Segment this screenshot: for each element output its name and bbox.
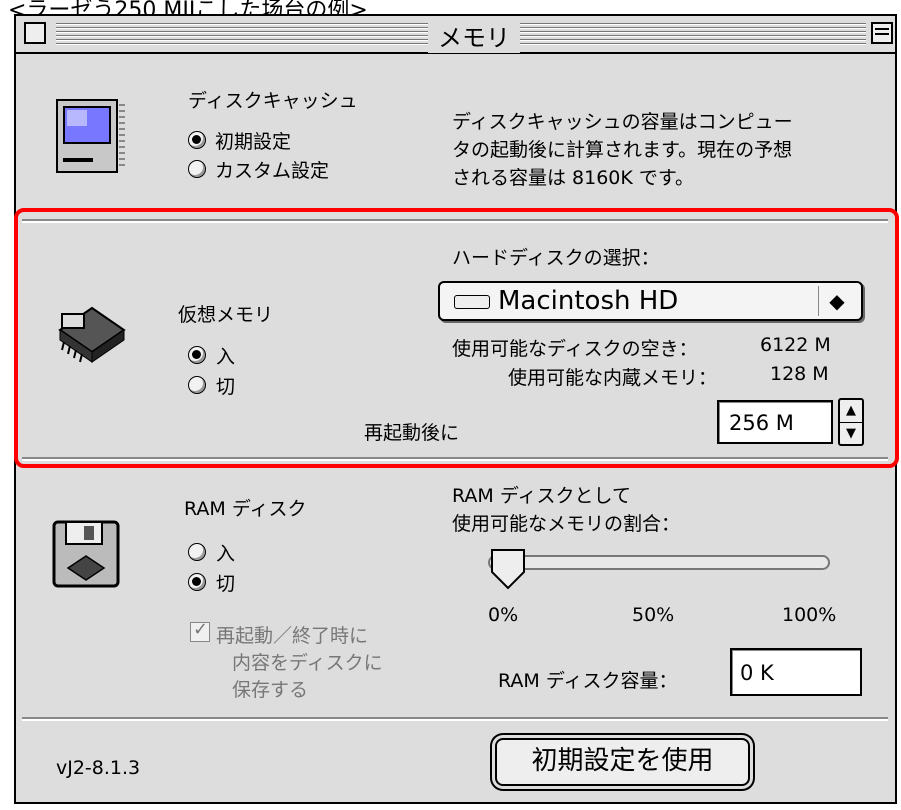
slider-thumb[interactable] bbox=[490, 548, 526, 594]
save-on-restart-label[interactable]: 再起動／終了時に bbox=[216, 621, 368, 648]
slider-tick-label: 50% bbox=[632, 604, 675, 626]
ram-ratio-label: RAM ディスクとして bbox=[452, 485, 631, 507]
ram-disk-size-value: 0 K bbox=[740, 661, 774, 685]
ram-ratio-slider[interactable] bbox=[488, 555, 830, 570]
use-defaults-button[interactable]: 初期設定を使用 bbox=[495, 738, 750, 786]
save-on-restart-checkbox[interactable]: ✓ bbox=[190, 619, 210, 642]
ram-disk-on-radio[interactable] bbox=[188, 543, 206, 561]
ram-disk-off-radio[interactable] bbox=[188, 573, 206, 591]
disk-cache-title: ディスクキャッシュ bbox=[188, 90, 358, 112]
ram-disk-off-label[interactable]: 切 bbox=[216, 569, 235, 596]
window-title: メモリ bbox=[428, 18, 520, 53]
save-on-restart-label: 内容をディスクに bbox=[232, 652, 383, 674]
disk-cache-custom-radio[interactable] bbox=[188, 160, 206, 178]
disk-cache-info-line: ディスクキャッシュの容量はコンピュー bbox=[452, 111, 793, 133]
footer-divider bbox=[22, 719, 888, 721]
disk-cache-info-line: される容量は 8160K です。 bbox=[452, 167, 694, 189]
slider-tick-label: 100% bbox=[782, 604, 837, 626]
mac-computer-icon bbox=[55, 98, 125, 180]
checkmark-icon: ✓ bbox=[193, 619, 209, 640]
ram-disk-title: RAM ディスク bbox=[184, 498, 307, 520]
ram-disk-floppy-icon bbox=[50, 518, 122, 590]
highlight-frame bbox=[14, 208, 899, 468]
ram-ratio-label: 使用可能なメモリの割合： bbox=[452, 513, 681, 535]
version-label: vJ2-8.1.3 bbox=[56, 757, 141, 779]
ram-disk-size-label: RAM ディスク容量： bbox=[498, 670, 678, 692]
collapse-box-icon[interactable] bbox=[871, 22, 893, 44]
disk-cache-info-line: タの起動後に計算されます。現在の予想 bbox=[452, 139, 793, 161]
ram-disk-on-label[interactable]: 入 bbox=[216, 539, 235, 566]
title-bar[interactable]: メモリ bbox=[16, 16, 895, 54]
disk-cache-default-label[interactable]: 初期設定 bbox=[215, 127, 291, 154]
close-box-icon[interactable] bbox=[24, 22, 46, 44]
disk-cache-custom-label[interactable]: カスタム設定 bbox=[215, 156, 329, 183]
save-on-restart-label: 保存する bbox=[232, 679, 309, 701]
ram-disk-size-field[interactable]: 0 K bbox=[730, 648, 862, 696]
slider-tick-label: 0% bbox=[488, 604, 519, 626]
disk-cache-default-radio[interactable] bbox=[188, 131, 206, 149]
